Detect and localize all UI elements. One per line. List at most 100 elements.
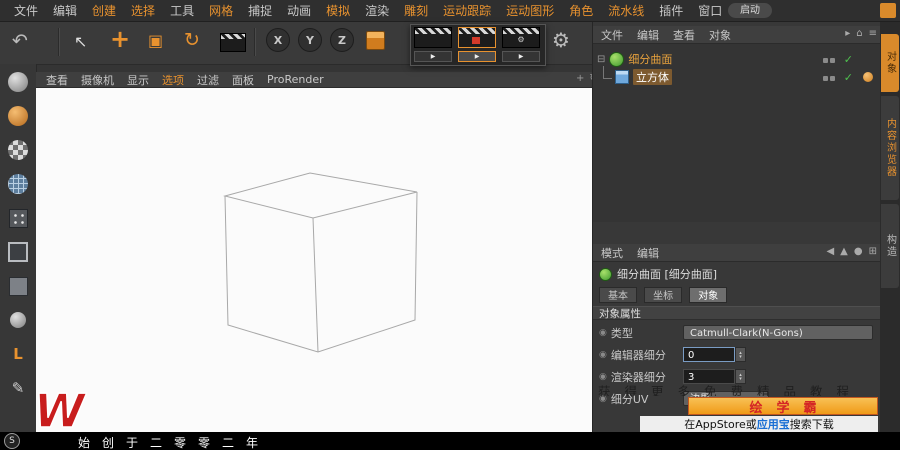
object-manager-menu-item[interactable]: 查看	[673, 27, 695, 43]
object-manager-menu-item[interactable]: 文件	[601, 27, 623, 43]
interface-icon[interactable]	[880, 3, 896, 18]
menubar-item[interactable]: 窗口	[698, 2, 722, 19]
attribute-tab[interactable]: 基本	[599, 286, 637, 303]
menubar-item[interactable]: 运动图形	[506, 2, 554, 19]
layout-selector[interactable]: 启动	[728, 3, 772, 18]
section-header[interactable]: 对象属性	[593, 306, 881, 320]
axis-lock-button[interactable]: Z	[330, 28, 354, 52]
table-row[interactable]: 立方体 ✓	[593, 66, 881, 86]
polygons-mode-icon[interactable]	[4, 272, 32, 300]
back-icon[interactable]: ◀	[826, 246, 834, 257]
object-label[interactable]: 立方体	[633, 69, 672, 85]
tweak-mode-icon[interactable]	[4, 306, 32, 334]
grid-icon[interactable]: ⊞	[869, 246, 877, 257]
make-editable-icon[interactable]	[4, 68, 32, 96]
selection-tool-icon[interactable]: ↖	[74, 34, 87, 50]
attribute-menu-item[interactable]: 模式	[601, 245, 623, 261]
s-badge-icon[interactable]: S	[4, 433, 20, 449]
attribute-menu-item[interactable]: 编辑	[637, 245, 659, 261]
menubar-item[interactable]: 模拟	[326, 2, 350, 19]
viewport-menu-item[interactable]: 摄像机	[81, 72, 114, 88]
breadcrumb-arrow-icon[interactable]: ▸	[845, 28, 850, 39]
editor-subdivision-input[interactable]: 0	[683, 347, 735, 362]
visibility-dots[interactable]	[821, 53, 835, 66]
spin-down-icon[interactable]: ▾	[739, 376, 742, 381]
object-label[interactable]: 细分曲面	[628, 51, 672, 67]
viewport-menu-item[interactable]: 选项	[162, 72, 184, 88]
menubar-item[interactable]: 插件	[659, 2, 683, 19]
spinner[interactable]: ▴ ▾	[735, 347, 746, 362]
edges-mode-icon[interactable]	[4, 238, 32, 266]
viewport-menu-item[interactable]: 面板	[232, 72, 254, 88]
right-tab-content-browser[interactable]: 内容浏览器	[881, 96, 899, 200]
viewport-canvas[interactable]	[36, 88, 592, 432]
ad-line3-highlight: 应用宝	[756, 418, 790, 431]
menubar-item[interactable]: 动画	[287, 2, 311, 19]
viewport-menu-item[interactable]: 显示	[127, 72, 149, 88]
attribute-tab[interactable]: 坐标	[644, 286, 683, 303]
object-manager-menu-item[interactable]: 对象	[709, 27, 731, 43]
subdivision-surface-icon	[599, 267, 612, 281]
render-settings-icon[interactable]: ⚙	[502, 27, 540, 48]
attribute-tab[interactable]: 对象	[689, 286, 728, 303]
axis-mode-icon[interactable]: L	[4, 340, 32, 368]
spin-down-icon[interactable]: ▾	[739, 354, 742, 359]
up-icon[interactable]: ▲	[840, 246, 848, 257]
menubar-item[interactable]: 渲染	[365, 2, 389, 19]
scale-tool-icon[interactable]: ▣	[148, 33, 163, 49]
menubar-item[interactable]: 雕刻	[404, 2, 428, 19]
viewport-pan-icon[interactable]: +	[576, 73, 584, 84]
menubar-item[interactable]: 工具	[170, 2, 194, 19]
lock-icon[interactable]: ●	[854, 246, 863, 257]
visibility-dots[interactable]	[821, 71, 835, 84]
menubar-item[interactable]: 文件	[14, 2, 38, 19]
menubar-item[interactable]: 选择	[131, 2, 155, 19]
expander-icon[interactable]: ⊟	[597, 54, 605, 65]
spline-pen-icon[interactable]: ✎	[4, 374, 32, 402]
menu-icon[interactable]: ≡	[869, 28, 877, 39]
cinema4d-window: 文件 编辑 创建 选择 工具 网格 捕捉 动画 模拟 渲染 雕刻 运动跟踪 运动…	[0, 0, 900, 450]
last-tool-icon[interactable]	[220, 33, 246, 52]
points-mode-icon[interactable]	[4, 204, 32, 232]
flyout-option-3[interactable]: ▶	[502, 51, 540, 62]
move-tool-icon[interactable]: +	[110, 27, 130, 51]
menubar-item[interactable]: 创建	[92, 2, 116, 19]
flyout-option-2[interactable]: ▶	[458, 51, 496, 62]
axis-lock-button[interactable]: X	[266, 28, 290, 52]
undo-icon[interactable]: ↶	[12, 32, 28, 51]
watermark-text: 始创于二零零二年	[78, 436, 271, 450]
render-settings-gear-icon[interactable]: ⚙	[552, 30, 570, 50]
ad-brand-banner[interactable]: 绘学霸	[688, 397, 878, 416]
rotate-tool-icon[interactable]: ↻	[184, 31, 200, 50]
radio-icon: ◉	[599, 327, 607, 338]
right-tab-objects[interactable]: 对象	[881, 34, 899, 92]
menubar-item[interactable]: 网格	[209, 2, 233, 19]
axis-lock-button[interactable]: Y	[298, 28, 322, 52]
phong-tag-icon[interactable]	[863, 72, 873, 82]
enabled-check-icon[interactable]: ✓	[844, 71, 853, 84]
model-mode-icon[interactable]	[4, 102, 32, 130]
menubar-item[interactable]: 捕捉	[248, 2, 272, 19]
viewport-menu-item[interactable]: ProRender	[267, 73, 324, 86]
texture-mode-icon[interactable]	[4, 136, 32, 164]
object-manager-menu-item[interactable]: 编辑	[637, 27, 659, 43]
toolbar-divider	[254, 28, 256, 56]
cube-wireframe	[223, 172, 418, 353]
menubar-item[interactable]: 编辑	[53, 2, 77, 19]
table-row[interactable]: ⊟ 细分曲面 ✓	[593, 50, 881, 68]
viewport-menu-item[interactable]: 查看	[46, 72, 68, 88]
render-picture-viewer-icon[interactable]	[458, 27, 496, 48]
flyout-option-1[interactable]: ▶	[414, 51, 452, 62]
type-dropdown[interactable]: Catmull-Clark(N-Gons)	[683, 325, 873, 340]
right-tab-structure[interactable]: 构造	[881, 204, 899, 288]
home-icon[interactable]: ⌂	[856, 28, 862, 39]
menubar-item[interactable]: 角色	[569, 2, 593, 19]
enabled-check-icon[interactable]: ✓	[844, 53, 853, 66]
menubar-item[interactable]: 运动跟踪	[443, 2, 491, 19]
workplane-mode-icon[interactable]	[4, 170, 32, 198]
viewport-menu-item[interactable]: 过滤	[197, 72, 219, 88]
coordinate-system-icon[interactable]	[366, 31, 385, 50]
object-manager-menubar: 文件 编辑 查看 对象	[593, 26, 881, 44]
menubar-item[interactable]: 流水线	[608, 2, 644, 19]
render-view-icon[interactable]	[414, 27, 452, 48]
